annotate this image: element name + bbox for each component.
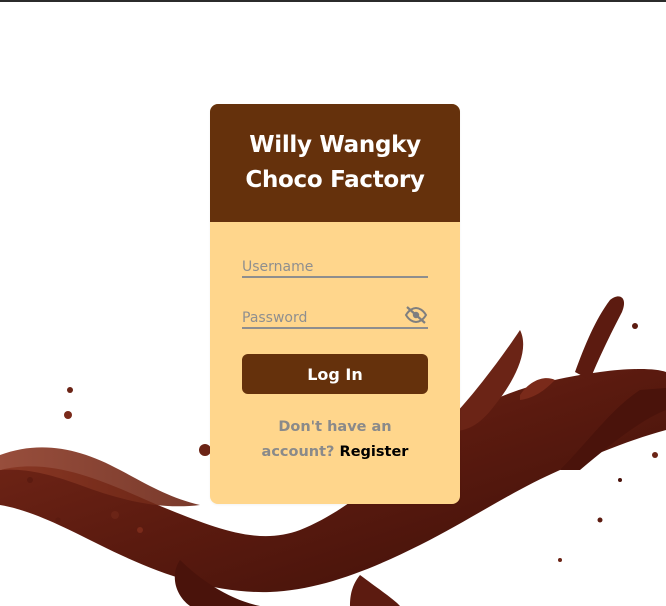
- login-form: Log In Don't have an account? Register: [210, 222, 460, 504]
- title-line-2: Choco Factory: [245, 167, 425, 193]
- app-title: Willy Wangky Choco Factory: [245, 128, 425, 198]
- title-line-1: Willy Wangky: [249, 132, 421, 158]
- login-button[interactable]: Log In: [242, 354, 428, 394]
- password-field: [242, 303, 428, 329]
- login-card: Willy Wangky Choco Factory Log In Don't …: [210, 104, 460, 504]
- register-link[interactable]: Register: [340, 444, 409, 460]
- register-prompt-line-1: Don't have an: [278, 419, 392, 435]
- username-input[interactable]: [242, 252, 428, 276]
- register-prompt-line-2: account?: [261, 444, 335, 460]
- username-field: [242, 252, 428, 278]
- top-border: [0, 0, 666, 2]
- card-header: Willy Wangky Choco Factory: [210, 104, 460, 222]
- password-input[interactable]: [242, 303, 402, 327]
- eye-slash-icon[interactable]: [404, 305, 428, 325]
- register-prompt: Don't have an account? Register: [250, 415, 420, 465]
